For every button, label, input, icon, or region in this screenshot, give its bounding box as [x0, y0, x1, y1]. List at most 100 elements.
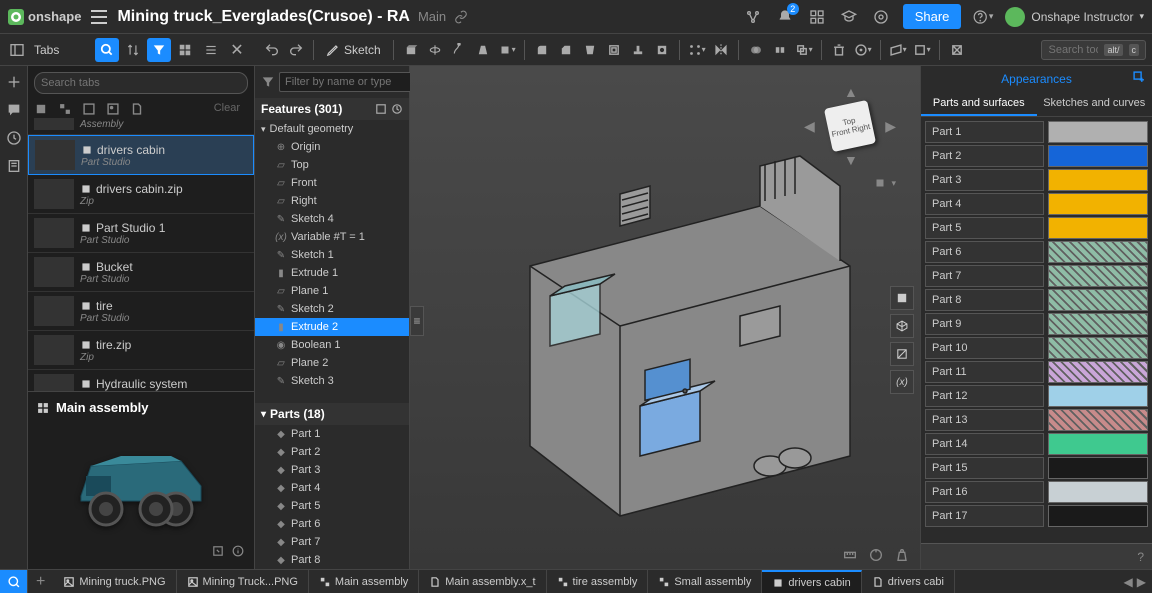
tab-item[interactable]: Part Studio 1Part Studio	[28, 214, 254, 253]
section-icon[interactable]	[890, 342, 914, 366]
tab-manager-icon[interactable]	[0, 570, 28, 593]
color-swatch[interactable]	[1048, 313, 1148, 335]
feature-item[interactable]: ▱Top	[255, 156, 409, 174]
color-swatch[interactable]	[1048, 145, 1148, 167]
search-tabs-input[interactable]	[34, 72, 248, 94]
parts-header[interactable]: ▾Parts (18)	[255, 403, 409, 425]
rib-icon[interactable]	[627, 39, 649, 61]
feature-item[interactable]: ▱Plane 2	[255, 354, 409, 372]
history-icon[interactable]	[6, 130, 22, 146]
appearance-name[interactable]: Part 10	[925, 337, 1044, 359]
part-item[interactable]: ◆Part 1	[255, 425, 409, 443]
appearance-name[interactable]: Part 7	[925, 265, 1044, 287]
add-appearance-icon[interactable]	[1132, 70, 1146, 84]
chamfer-icon[interactable]	[555, 39, 577, 61]
fillet-icon[interactable]	[531, 39, 553, 61]
sketch-button[interactable]: Sketch	[320, 43, 387, 57]
appearance-name[interactable]: Part 14	[925, 433, 1044, 455]
part-item[interactable]: ◆Part 6	[255, 515, 409, 533]
hole-icon[interactable]	[651, 39, 673, 61]
tab-parts-surfaces[interactable]: Parts and surfaces	[921, 92, 1037, 116]
tab-item[interactable]: drivers cabin.zipZip	[28, 175, 254, 214]
color-swatch[interactable]	[1048, 385, 1148, 407]
grid-view-icon[interactable]	[173, 38, 197, 62]
app-store-icon[interactable]	[807, 7, 827, 27]
share-button[interactable]: Share	[903, 4, 962, 29]
insert-icon[interactable]	[6, 74, 22, 90]
feedback-icon[interactable]	[871, 7, 891, 27]
notifications-icon[interactable]: 2	[775, 7, 795, 27]
frame-icon[interactable]	[946, 39, 968, 61]
iso-icon[interactable]	[890, 314, 914, 338]
vc-left-icon[interactable]: ◀	[804, 118, 815, 135]
appearance-name[interactable]: Part 15	[925, 457, 1044, 479]
sweep-icon[interactable]	[448, 39, 470, 61]
bottom-tab[interactable]: tire assembly	[547, 570, 649, 593]
vc-up-icon[interactable]: ▲	[844, 84, 858, 100]
undo-icon[interactable]	[261, 39, 283, 61]
color-swatch[interactable]	[1048, 457, 1148, 479]
color-swatch[interactable]	[1048, 337, 1148, 359]
part-item[interactable]: ◆Part 8	[255, 551, 409, 569]
feature-item[interactable]: ✎Sketch 1	[255, 246, 409, 264]
tab-item[interactable]: drivers cabinPart Studio	[28, 135, 254, 175]
tree-refresh-icon[interactable]	[391, 103, 403, 115]
filter-funnel-icon[interactable]	[261, 75, 275, 89]
feature-item[interactable]: ▱Right	[255, 192, 409, 210]
link-icon[interactable]	[454, 10, 468, 24]
filter-image-icon[interactable]	[106, 102, 120, 116]
revolve-icon[interactable]	[424, 39, 446, 61]
part-item[interactable]: ◆Part 7	[255, 533, 409, 551]
color-swatch[interactable]	[1048, 121, 1148, 143]
comments-icon[interactable]	[6, 102, 22, 118]
bottom-tab[interactable]: drivers cabin	[762, 570, 861, 593]
bottom-tab[interactable]: Mining Truck...PNG	[177, 570, 309, 593]
tree-view-icon[interactable]	[375, 103, 387, 115]
feature-item[interactable]: ◉Boolean 1	[255, 336, 409, 354]
appearance-name[interactable]: Part 9	[925, 313, 1044, 335]
sheet-icon[interactable]	[6, 158, 22, 174]
filter-ps-icon[interactable]	[34, 102, 48, 116]
pattern-icon[interactable]: ▾	[686, 39, 708, 61]
collapse-handle[interactable]: ≡	[410, 306, 424, 336]
feature-item[interactable]: ✎Sketch 2	[255, 300, 409, 318]
brand-logo[interactable]: onshape	[8, 9, 81, 25]
filter-drawing-icon[interactable]	[82, 102, 96, 116]
variable-icon[interactable]: ▾	[911, 39, 933, 61]
mass-icon[interactable]	[894, 547, 910, 563]
plane-icon[interactable]: ▾	[887, 39, 909, 61]
appearance-name[interactable]: Part 2	[925, 145, 1044, 167]
features-header[interactable]: Features (301)	[255, 98, 409, 120]
search-tools[interactable]: alt/ c	[1041, 40, 1146, 60]
bottom-tab[interactable]: Main assembly	[309, 570, 419, 593]
feature-item[interactable]: ✎Sketch 4	[255, 210, 409, 228]
color-swatch[interactable]	[1048, 481, 1148, 503]
appearance-name[interactable]: Part 16	[925, 481, 1044, 503]
modify-icon[interactable]: ▾	[852, 39, 874, 61]
color-swatch[interactable]	[1048, 433, 1148, 455]
appearance-name[interactable]: Part 4	[925, 193, 1044, 215]
color-swatch[interactable]	[1048, 505, 1148, 527]
part-item[interactable]: ◆Part 4	[255, 479, 409, 497]
search-tools-input[interactable]	[1048, 44, 1098, 56]
part-item[interactable]: ◆Part 3	[255, 461, 409, 479]
vc-down-icon[interactable]: ▼	[844, 152, 858, 168]
expand-icon[interactable]	[212, 545, 224, 557]
split-icon[interactable]	[769, 39, 791, 61]
color-swatch[interactable]	[1048, 289, 1148, 311]
filter-file-icon[interactable]	[130, 102, 144, 116]
appearance-name[interactable]: Part 17	[925, 505, 1044, 527]
feature-item[interactable]: ▾Default geometry	[255, 120, 409, 138]
loft-icon[interactable]	[472, 39, 494, 61]
feature-item[interactable]: ✎Sketch 3	[255, 372, 409, 390]
feature-item[interactable]: (x)Variable #T = 1	[255, 228, 409, 246]
feature-item[interactable]: ▮Extrude 2	[255, 318, 409, 336]
help-icon[interactable]: ▾	[973, 7, 993, 27]
tab-item[interactable]: Assembly	[28, 118, 254, 135]
precision-icon[interactable]	[868, 547, 884, 563]
appearance-name[interactable]: Part 3	[925, 169, 1044, 191]
add-tab-icon[interactable]: +	[36, 573, 45, 591]
appearance-name[interactable]: Part 1	[925, 121, 1044, 143]
vc-right-icon[interactable]: ▶	[885, 118, 896, 135]
bottom-tab[interactable]: Small assembly	[648, 570, 762, 593]
